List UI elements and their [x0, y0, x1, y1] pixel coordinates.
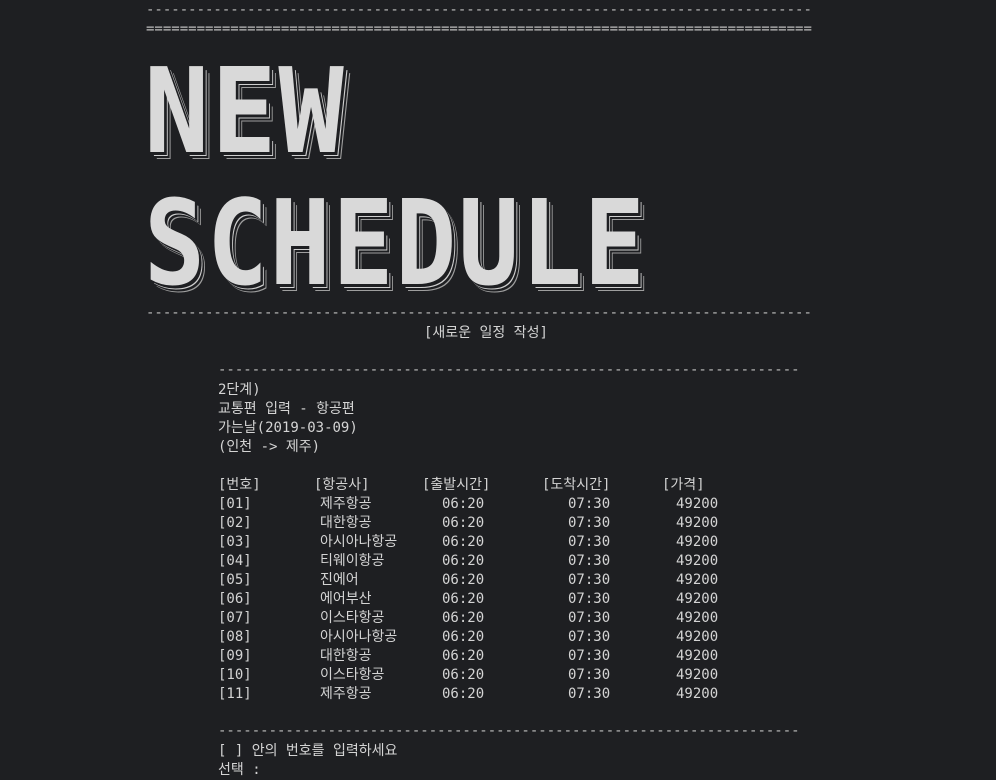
top-dash-rule: ----------------------------------------… — [146, 3, 812, 17]
row-arrival: 07:30 — [568, 496, 611, 512]
row-departure: 06:20 — [442, 648, 485, 664]
column-header-arrival: [도착시간] — [542, 477, 611, 493]
row-number: [06] — [218, 591, 252, 607]
row-number: [01] — [218, 496, 252, 512]
row-price: 49200 — [676, 553, 719, 569]
row-departure: 06:20 — [442, 610, 485, 626]
row-airline: 제주항공 — [320, 496, 372, 512]
table-row: [10] 이스타항공 06:20 07:30 49200 — [0, 666, 996, 685]
row-arrival: 07:30 — [568, 534, 611, 550]
step-label: 2단계) — [218, 382, 261, 398]
table-row: [03] 아시아나항공 06:20 07:30 49200 — [0, 533, 996, 552]
row-arrival: 07:30 — [568, 648, 611, 664]
table-row: [08] 아시아나항공 06:20 07:30 49200 — [0, 628, 996, 647]
table-row: [11] 제주항공 06:20 07:30 49200 — [0, 685, 996, 704]
table-row: [01] 제주항공 06:20 07:30 49200 — [0, 495, 996, 514]
departure-date: 가는날(2019-03-09) — [218, 420, 358, 436]
row-arrival: 07:30 — [568, 591, 611, 607]
row-departure: 06:20 — [442, 629, 485, 645]
row-arrival: 07:30 — [568, 572, 611, 588]
page-subtitle: [새로운 일정 작성] — [424, 325, 548, 341]
row-departure: 06:20 — [442, 667, 485, 683]
row-departure: 06:20 — [442, 515, 485, 531]
row-number: [08] — [218, 629, 252, 645]
route-label: (인천 -> 제주) — [218, 439, 321, 455]
row-departure: 06:20 — [442, 534, 485, 550]
row-number: [10] — [218, 667, 252, 683]
selection-input[interactable] — [262, 761, 462, 780]
row-airline: 대한항공 — [320, 648, 372, 664]
column-header-departure: [출발시간] — [422, 477, 491, 493]
row-airline: 티웨이항공 — [320, 553, 385, 569]
row-arrival: 07:30 — [568, 667, 611, 683]
row-departure: 06:20 — [442, 496, 485, 512]
table-row: [09] 대한항공 06:20 07:30 49200 — [0, 647, 996, 666]
row-number: [11] — [218, 686, 252, 702]
row-arrival: 07:30 — [568, 686, 611, 702]
table-row: [06] 에어부산 06:20 07:30 49200 — [0, 590, 996, 609]
row-price: 49200 — [676, 667, 719, 683]
row-airline: 아시아나항공 — [320, 629, 398, 645]
column-header-price: [가격] — [662, 477, 705, 493]
row-airline: 진에어 — [320, 572, 359, 588]
row-number: [02] — [218, 515, 252, 531]
banner-title-line-1: NEW — [144, 42, 346, 180]
row-price: 49200 — [676, 572, 719, 588]
table-row: [07] 이스타항공 06:20 07:30 49200 — [0, 609, 996, 628]
banner-title-line-2: SCHEDULE — [144, 174, 647, 312]
row-price: 49200 — [676, 648, 719, 664]
input-prompt: [ ] 안의 번호를 입력하세요 — [218, 743, 398, 759]
selection-label: 선택 : — [218, 762, 261, 778]
row-airline: 에어부산 — [320, 591, 372, 607]
row-price: 49200 — [676, 686, 719, 702]
row-arrival: 07:30 — [568, 515, 611, 531]
row-departure: 06:20 — [442, 572, 485, 588]
footer-rule: ----------------------------------------… — [218, 724, 802, 738]
row-number: [09] — [218, 648, 252, 664]
row-number: [05] — [218, 572, 252, 588]
table-row: [02] 대한항공 06:20 07:30 49200 — [0, 514, 996, 533]
row-departure: 06:20 — [442, 591, 485, 607]
row-airline: 대한항공 — [320, 515, 372, 531]
row-price: 49200 — [676, 591, 719, 607]
row-price: 49200 — [676, 496, 719, 512]
row-arrival: 07:30 — [568, 610, 611, 626]
row-airline: 제주항공 — [320, 686, 372, 702]
table-row: [04] 티웨이항공 06:20 07:30 49200 — [0, 552, 996, 571]
transport-label: 교통편 입력 - 항공편 — [218, 401, 355, 417]
column-header-number: [번호] — [218, 477, 261, 493]
row-price: 49200 — [676, 629, 719, 645]
column-header-airline: [항공사] — [314, 477, 370, 493]
row-airline: 아시아나항공 — [320, 534, 398, 550]
row-number: [04] — [218, 553, 252, 569]
row-price: 49200 — [676, 610, 719, 626]
section-rule: ----------------------------------------… — [218, 363, 802, 377]
row-departure: 06:20 — [442, 553, 485, 569]
row-number: [03] — [218, 534, 252, 550]
row-departure: 06:20 — [442, 686, 485, 702]
top-equals-rule: ========================================… — [146, 22, 812, 36]
row-price: 49200 — [676, 515, 719, 531]
row-number: [07] — [218, 610, 252, 626]
table-row: [05] 진에어 06:20 07:30 49200 — [0, 571, 996, 590]
row-airline: 이스타항공 — [320, 610, 385, 626]
row-arrival: 07:30 — [568, 553, 611, 569]
row-price: 49200 — [676, 534, 719, 550]
row-airline: 이스타항공 — [320, 667, 385, 683]
row-arrival: 07:30 — [568, 629, 611, 645]
banner-bottom-rule: ----------------------------------------… — [146, 306, 812, 320]
